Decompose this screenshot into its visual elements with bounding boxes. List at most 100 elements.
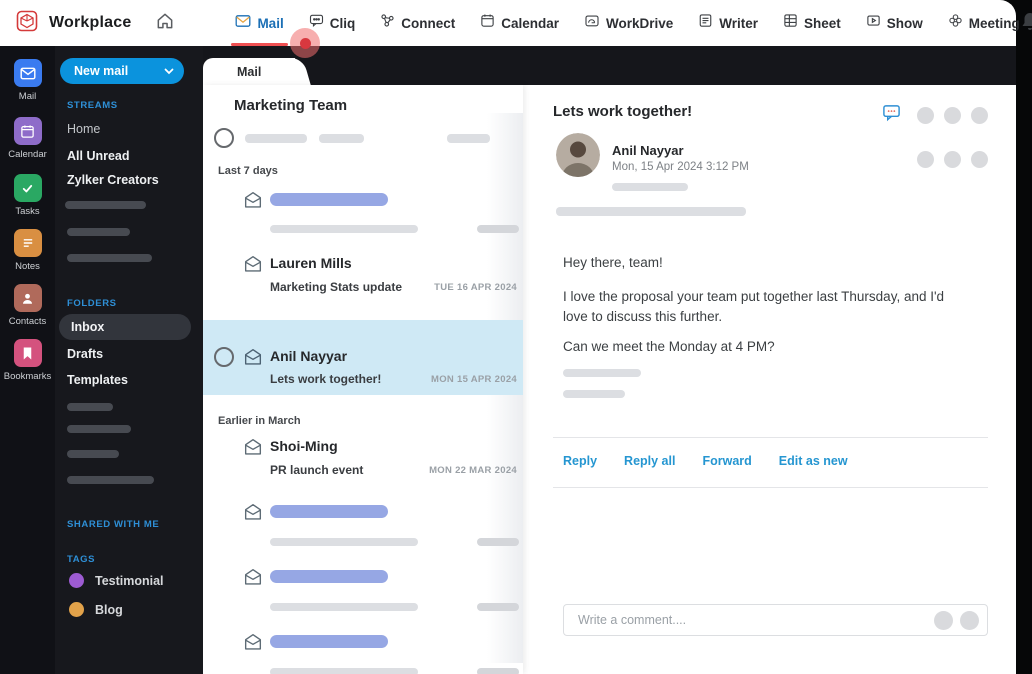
topnav-label: Connect	[401, 15, 456, 31]
rail-item-calendar[interactable]: Calendar	[0, 117, 55, 160]
new-mail-label: New mail	[74, 64, 129, 78]
edit-as-new-link[interactable]: Edit as new	[779, 454, 848, 468]
notifications-button[interactable]: 5	[1020, 11, 1032, 35]
new-mail-button[interactable]: New mail	[60, 58, 184, 84]
toolbar-action-circle[interactable]	[971, 106, 988, 124]
sidebar-item-drafts[interactable]: Drafts	[67, 347, 103, 361]
rail-item-tasks[interactable]: Tasks	[0, 174, 55, 217]
comment-icon[interactable]	[882, 103, 901, 127]
comment-action-circle[interactable]	[960, 610, 979, 630]
message-actions-circles	[917, 151, 988, 168]
forward-link[interactable]: Forward	[702, 454, 751, 468]
skeleton-date-bar	[477, 225, 519, 233]
group-label-earlier: Earlier in March	[218, 415, 301, 427]
comment-action-circle[interactable]	[934, 610, 953, 630]
skeleton-sender-bar	[270, 570, 388, 583]
toolbar-action-circle[interactable]	[944, 106, 961, 124]
rail-label: Mail	[18, 91, 37, 102]
skeleton-sender-bar	[270, 505, 388, 518]
brand[interactable]: Workplace	[14, 8, 131, 39]
mail-icon	[235, 14, 251, 33]
reader-toolbar	[882, 103, 988, 127]
message-title: Lets work together!	[553, 103, 693, 120]
mail-date: MON 15 APR 2024	[431, 374, 517, 385]
sidebar-item-all-unread[interactable]: All Unread	[67, 149, 130, 163]
rail-item-contacts[interactable]: Contacts	[0, 284, 55, 327]
reply-all-link[interactable]: Reply all	[624, 454, 675, 468]
topnav-label: Sheet	[804, 15, 841, 31]
envelope-icon	[242, 436, 264, 458]
comment-box	[563, 604, 988, 636]
skeleton-date-bar	[477, 668, 519, 674]
topnav-sheet[interactable]: Sheet	[783, 0, 841, 46]
sidebar-item-inbox[interactable]: Inbox	[59, 314, 191, 340]
mail-subject: Lets work together!	[270, 372, 382, 386]
toolbar-action-circle[interactable]	[917, 106, 934, 124]
reading-pane: Lets work together! Anil Nayyar Mon, 15 …	[523, 85, 1016, 674]
tag-blog[interactable]: Blog	[69, 602, 123, 617]
tab-mail[interactable]: Mail	[203, 58, 295, 86]
topnav-label: Show	[886, 15, 923, 31]
topnav-show[interactable]: Show	[866, 0, 923, 46]
skeleton-bar	[563, 390, 625, 398]
skeleton-subject-bar	[270, 668, 418, 674]
message-action-circle[interactable]	[944, 151, 961, 168]
topnav-workdrive[interactable]: WorkDrive	[584, 0, 673, 46]
tag-testimonial[interactable]: Testimonial	[69, 573, 164, 588]
rail-item-mail[interactable]: Mail	[0, 59, 55, 102]
sender-avatar	[556, 133, 600, 177]
network-icon	[380, 13, 395, 33]
top-nav: Mail Cliq Connect Calendar WorkDrive Wri…	[231, 0, 1020, 46]
mail-date: MON 22 MAR 2024	[429, 465, 517, 476]
spreadsheet-icon	[783, 13, 798, 33]
rail-item-bookmarks[interactable]: Bookmarks	[0, 339, 55, 382]
home-button[interactable]	[155, 11, 175, 36]
rail-label: Calendar	[8, 149, 47, 160]
read-radio[interactable]	[214, 347, 234, 367]
message-action-circle[interactable]	[917, 151, 934, 168]
message-datetime: Mon, 15 Apr 2024 3:12 PM	[612, 161, 749, 173]
reply-actions: Reply Reply all Forward Edit as new	[563, 454, 848, 468]
skeleton-bar	[65, 201, 146, 209]
topnav-connect[interactable]: Connect	[380, 0, 455, 46]
envelope-icon	[242, 346, 264, 368]
mail-list-panel: Marketing Team Last 7 days Lauren Mills …	[203, 85, 523, 674]
topnav-meeting[interactable]: Meeting	[948, 0, 1020, 46]
topnav-writer[interactable]: Writer	[698, 0, 758, 46]
home-icon	[155, 11, 175, 36]
select-all-radio[interactable]	[214, 128, 234, 148]
rail-item-notes[interactable]: Notes	[0, 229, 55, 272]
reply-link[interactable]: Reply	[563, 454, 597, 468]
mail-sender: Anil Nayyar	[270, 348, 348, 364]
rail-label: Bookmarks	[3, 371, 52, 382]
topnav-mail[interactable]: Mail	[231, 0, 288, 46]
message-action-circle[interactable]	[971, 151, 988, 168]
app-window: Workplace Mail Cliq Connect Calendar Wor…	[0, 0, 1032, 674]
topnav-label: Mail	[257, 15, 284, 31]
topnav-calendar[interactable]: Calendar	[480, 0, 559, 46]
app-rail: Mail Calendar Tasks Notes Contacts Bookm…	[0, 46, 55, 674]
comment-input[interactable]	[576, 612, 934, 628]
mail-sidebar: New mail STREAMS Home All Unread Zylker …	[55, 46, 203, 674]
bookmarks-app-icon	[13, 339, 42, 367]
skeleton-bar	[67, 476, 154, 484]
sidebar-item-zylker-creators[interactable]: Zylker Creators	[67, 173, 159, 187]
rail-label: Tasks	[15, 206, 40, 217]
tasks-app-icon	[13, 174, 42, 202]
mail-app-icon	[13, 59, 42, 87]
body-paragraph: Hey there, team!	[563, 255, 663, 270]
tag-color-dot	[69, 573, 84, 588]
skeleton-bar	[447, 134, 490, 143]
sidebar-item-home[interactable]: Home	[67, 122, 100, 136]
topnav-label: WorkDrive	[605, 15, 674, 31]
sidebar-item-templates[interactable]: Templates	[67, 373, 128, 387]
folders-header: FOLDERS	[67, 298, 117, 309]
tags-header: TAGS	[67, 554, 96, 565]
list-item-anil-nayyar-selected[interactable]: Anil Nayyar Lets work together! MON 15 A…	[203, 320, 523, 395]
body-paragraph: Can we meet the Monday at 4 PM?	[563, 339, 775, 354]
top-bar: Workplace Mail Cliq Connect Calendar Wor…	[0, 0, 1032, 46]
topnav-cliq[interactable]: Cliq	[309, 0, 355, 46]
skeleton-bar	[319, 134, 364, 143]
mail-sender: Shoi-Ming	[270, 438, 338, 454]
document-icon	[698, 13, 713, 33]
